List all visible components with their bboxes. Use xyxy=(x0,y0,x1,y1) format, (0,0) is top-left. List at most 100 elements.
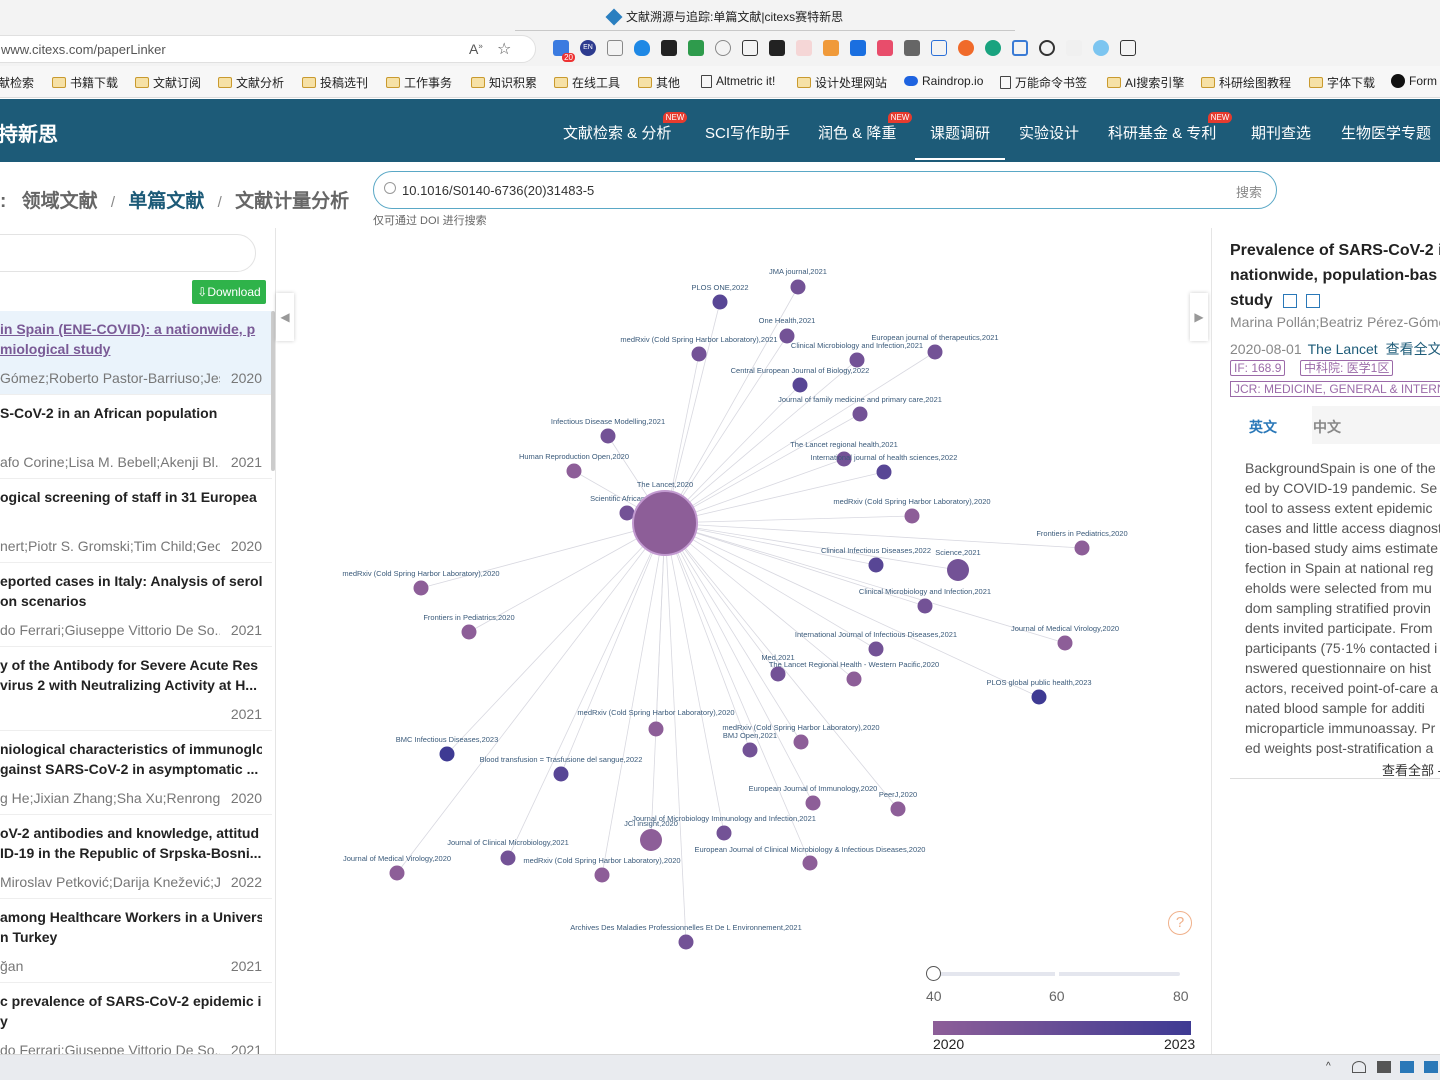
bookmark-item[interactable]: 文献分析 xyxy=(218,74,284,91)
nav-item[interactable]: SCI写作助手 xyxy=(705,122,790,143)
nav-item[interactable]: 科研基金 & 专利 NEW xyxy=(1108,112,1233,143)
nav-item[interactable]: 实验设计 xyxy=(1019,122,1079,143)
node-size-slider[interactable] xyxy=(926,966,1180,981)
citing-journal-node[interactable] xyxy=(413,580,429,596)
citing-journal-node[interactable] xyxy=(566,463,582,479)
extension-orange-icon[interactable] xyxy=(958,40,974,56)
extension-chatgpt-icon[interactable] xyxy=(985,40,1001,56)
tray-network-icon[interactable] xyxy=(1352,1061,1366,1073)
bookmark-item[interactable]: 工作事务 xyxy=(386,74,452,91)
paper-list-item[interactable]: ogical screening of staff in 31 Europea n… xyxy=(0,479,272,563)
nav-item[interactable]: 课题调研 xyxy=(930,122,990,143)
nav-item[interactable]: 润色 & 降重 NEW xyxy=(818,112,913,143)
citing-journal-node[interactable] xyxy=(802,855,818,871)
network-svg[interactable]: JMA journal,2021 PLOS ONE,2022 One Health,… xyxy=(276,228,1210,1054)
breadcrumb-bibliometrics[interactable]: 文献计量分析 xyxy=(235,191,349,212)
bookmark-item[interactable]: 知识积累 xyxy=(471,74,537,91)
nav-item[interactable]: 期刊查选 xyxy=(1251,122,1311,143)
doi-search-input[interactable] xyxy=(402,180,1202,200)
citing-journal-node[interactable] xyxy=(904,508,920,524)
paper-item-title[interactable]: c prevalence of SARS-CoV-2 epidemic iy xyxy=(0,991,262,1031)
breadcrumb-single-paper[interactable]: 单篇文献 xyxy=(128,191,204,212)
paper-list-item[interactable]: oV-2 antibodies and knowledge, attitud ID… xyxy=(0,815,272,899)
fulltext-link[interactable]: 查看全文 xyxy=(1386,341,1440,357)
nav-item[interactable]: 生物医学专题 xyxy=(1341,122,1431,143)
tray-app2-icon[interactable] xyxy=(1424,1061,1438,1073)
citing-journal-node[interactable] xyxy=(389,865,405,881)
extension-green-shield-icon[interactable] xyxy=(688,40,704,56)
extension-translate-red-icon[interactable] xyxy=(877,40,893,56)
read-aloud-icon[interactable]: A» xyxy=(469,41,483,57)
citing-journal-node[interactable] xyxy=(868,557,884,573)
citing-journal-node[interactable] xyxy=(648,721,664,737)
paper-list-item[interactable]: c prevalence of SARS-CoV-2 epidemic i y do… xyxy=(0,983,272,1054)
extension-ext-icon[interactable] xyxy=(1093,40,1109,56)
extension-glasses-icon[interactable] xyxy=(661,40,677,56)
favorite-star-icon[interactable]: ☆ xyxy=(497,39,511,59)
search-button[interactable]: 搜索 xyxy=(1236,182,1262,201)
url-field[interactable]: www.citexs.com/paperLinker A» ☆ xyxy=(0,35,536,63)
citing-journal-node[interactable] xyxy=(805,795,821,811)
citing-journal-node[interactable] xyxy=(712,294,728,310)
paper-list-item[interactable]: y of the Antibody for Severe Acute Res vi… xyxy=(0,647,272,731)
tray-security-icon[interactable] xyxy=(1377,1061,1391,1073)
filter-input[interactable] xyxy=(0,234,256,272)
extension-br-icon[interactable] xyxy=(1066,40,1082,56)
bookmark-item[interactable]: 设计处理网站 xyxy=(797,74,887,91)
paper-list-item[interactable]: among Healthcare Workers in a Univers n T… xyxy=(0,899,272,983)
paper-list-item[interactable]: niological characteristics of immunoglo g… xyxy=(0,731,272,815)
bookmark-item[interactable]: 万能命令书签 xyxy=(1000,74,1087,91)
citing-journal-node[interactable] xyxy=(890,801,906,817)
slider-knob[interactable] xyxy=(926,966,941,981)
citing-journal-node[interactable] xyxy=(553,766,569,782)
view-all-link[interactable]: 查看全部 - xyxy=(1382,760,1440,779)
citing-journal-node[interactable] xyxy=(1057,635,1073,651)
translate-icon[interactable] xyxy=(1305,293,1320,308)
citing-journal-node[interactable] xyxy=(619,505,635,521)
citation-network-graph[interactable]: JMA journal,2021 PLOS ONE,2022 One Health,… xyxy=(276,228,1210,1054)
citing-journal-node[interactable] xyxy=(594,867,610,883)
citing-journal-node[interactable] xyxy=(790,279,806,295)
extension-c-icon[interactable] xyxy=(1039,40,1055,56)
paper-item-title[interactable]: ogical screening of staff in 31 Europea xyxy=(0,487,262,507)
breadcrumb-field-literature[interactable]: 领域文献 xyxy=(22,191,98,212)
citing-journal-node[interactable] xyxy=(876,464,892,480)
tray-app-icon[interactable] xyxy=(1400,1061,1414,1073)
extension-shield-icon[interactable] xyxy=(634,40,650,56)
extension-sync-icon[interactable] xyxy=(1012,40,1028,56)
extension-edge-icon[interactable] xyxy=(715,40,731,56)
extension-cup-icon[interactable] xyxy=(823,40,839,56)
citing-journal-node[interactable] xyxy=(868,641,884,657)
paper-item-title[interactable]: among Healthcare Workers in a Univers n T… xyxy=(0,907,262,947)
nav-item[interactable]: 文献检索 & 分析 NEW xyxy=(563,112,688,143)
source-paper-node[interactable] xyxy=(632,490,698,556)
citing-journal-node[interactable] xyxy=(678,934,694,950)
bookmark-item[interactable]: 在线工具 xyxy=(554,74,620,91)
citing-journal-node[interactable] xyxy=(1074,540,1090,556)
citing-journal-node[interactable] xyxy=(500,850,516,866)
extension-link-icon[interactable] xyxy=(931,40,947,56)
bookmark-item[interactable]: 投稿选刊 xyxy=(302,74,368,91)
citing-journal-node[interactable] xyxy=(917,598,933,614)
journal-link[interactable]: The Lancet xyxy=(1308,341,1378,357)
extension-upload-icon[interactable] xyxy=(742,40,758,56)
bookmark-item[interactable]: 其他 xyxy=(638,74,680,91)
bookmark-item[interactable]: Raindrop.io xyxy=(904,74,983,88)
citing-journal-node[interactable] xyxy=(1031,689,1047,705)
tab-chinese[interactable]: 中文 xyxy=(1313,417,1341,437)
extension-grid-icon[interactable]: 20 xyxy=(553,40,575,62)
tray-up-icon[interactable]: ^ xyxy=(1326,1061,1340,1073)
bookmark-item[interactable]: AI搜索引擎 xyxy=(1107,74,1184,91)
list-scrollbar[interactable] xyxy=(271,311,275,471)
extension-pen-icon[interactable] xyxy=(796,40,812,56)
bookmark-item[interactable]: 字体下载 xyxy=(1309,74,1375,91)
paper-item-title[interactable]: oV-2 antibodies and knowledge, attitud ID… xyxy=(0,823,262,863)
bookmark-item[interactable]: 科研绘图教程 xyxy=(1201,74,1291,91)
copy-icon[interactable] xyxy=(1283,293,1298,308)
tab-english[interactable]: 英文 xyxy=(1249,417,1277,437)
citing-journal-node[interactable] xyxy=(742,742,758,758)
help-icon[interactable]: ? xyxy=(1168,911,1192,935)
paper-list-item[interactable]: S-CoV-2 in an African population afo Cori… xyxy=(0,395,272,479)
extension-more-icon[interactable] xyxy=(1120,40,1136,56)
bookmark-item[interactable]: Altmetric it! xyxy=(701,74,775,88)
